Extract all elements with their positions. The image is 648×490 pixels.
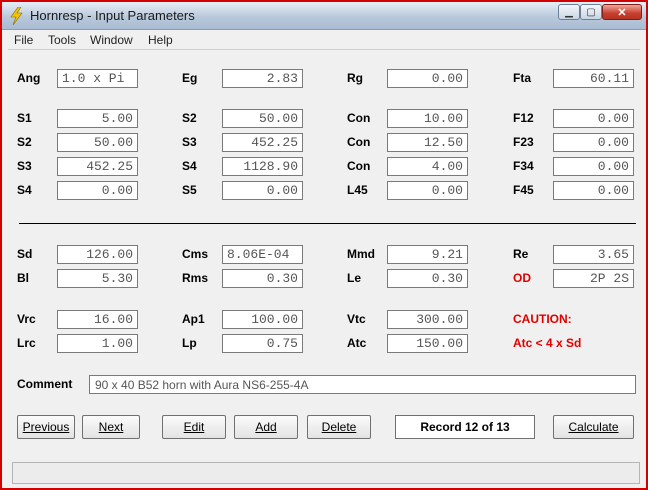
previous-button[interactable]: Previous (17, 415, 75, 439)
lightning-bolt-icon (10, 7, 23, 25)
label-f12: F12 (513, 111, 534, 125)
minimize-button[interactable]: ▁ (558, 4, 580, 20)
field-con-3[interactable]: 4.00 (387, 157, 468, 176)
label-lrc: Lrc (17, 336, 36, 350)
field-con-1[interactable]: 10.00 (387, 109, 468, 128)
label-f45: F45 (513, 183, 534, 197)
label-s1: S1 (17, 111, 32, 125)
field-sd[interactable]: 126.00 (57, 245, 138, 264)
field-s4[interactable]: 1128.90 (222, 157, 303, 176)
label-rg: Rg (347, 71, 363, 85)
field-vtc[interactable]: 300.00 (387, 310, 468, 329)
label-con-1: Con (347, 111, 371, 125)
field-l45[interactable]: 0.00 (387, 181, 468, 200)
label-bl: Bl (17, 271, 29, 285)
field-lrc[interactable]: 1.00 (57, 334, 138, 353)
hornresp-window: Hornresp - Input Parameters ▁ ▢ ✕ File T… (0, 0, 648, 490)
field-mmd[interactable]: 9.21 (387, 245, 468, 264)
add-button[interactable]: Add (234, 415, 298, 439)
field-s4-b[interactable]: 0.00 (57, 181, 138, 200)
menu-file[interactable]: File (14, 33, 33, 47)
label-od: OD (513, 271, 531, 285)
field-ang[interactable]: 1.0 x Pi (57, 69, 138, 88)
field-s2[interactable]: 50.00 (222, 109, 303, 128)
label-comment: Comment (17, 377, 73, 391)
calculate-button[interactable]: Calculate (553, 415, 634, 439)
menu-window[interactable]: Window (90, 33, 133, 47)
field-ap1[interactable]: 100.00 (222, 310, 303, 329)
field-f34[interactable]: 0.00 (553, 157, 634, 176)
field-s3[interactable]: 452.25 (222, 133, 303, 152)
label-ang: Ang (17, 71, 41, 85)
field-f45[interactable]: 0.00 (553, 181, 634, 200)
record-indicator: Record 12 of 13 (395, 415, 535, 439)
field-f23[interactable]: 0.00 (553, 133, 634, 152)
status-bar (12, 462, 640, 484)
label-fta: Fta (513, 71, 531, 85)
label-cms: Cms (182, 247, 209, 261)
label-l45: L45 (347, 183, 368, 197)
menu-bar: File Tools Window Help (8, 31, 640, 50)
label-s2: S2 (182, 111, 197, 125)
field-s2-b[interactable]: 50.00 (57, 133, 138, 152)
caution-title: CAUTION: (513, 312, 572, 326)
field-s3-b[interactable]: 452.25 (57, 157, 138, 176)
field-lp[interactable]: 0.75 (222, 334, 303, 353)
next-button[interactable]: Next (82, 415, 140, 439)
label-ap1: Ap1 (182, 312, 205, 326)
label-re: Re (513, 247, 529, 261)
window-title: Hornresp - Input Parameters (30, 8, 195, 23)
edit-button[interactable]: Edit (162, 415, 226, 439)
label-con-2: Con (347, 135, 371, 149)
caution-message: Atc < 4 x Sd (513, 336, 582, 350)
maximize-button[interactable]: ▢ (580, 4, 602, 20)
field-s1[interactable]: 5.00 (57, 109, 138, 128)
label-rms: Rms (182, 271, 209, 285)
field-le[interactable]: 0.30 (387, 269, 468, 288)
menu-tools[interactable]: Tools (48, 33, 76, 47)
field-cms[interactable]: 8.06E-04 (222, 245, 303, 264)
label-sd: Sd (17, 247, 33, 261)
label-con-3: Con (347, 159, 371, 173)
label-vrc: Vrc (17, 312, 36, 326)
field-rg[interactable]: 0.00 (387, 69, 468, 88)
field-f12[interactable]: 0.00 (553, 109, 634, 128)
label-lp: Lp (182, 336, 197, 350)
field-s5[interactable]: 0.00 (222, 181, 303, 200)
label-s3: S3 (182, 135, 197, 149)
field-od[interactable]: 2P 2S (553, 269, 634, 288)
field-rms[interactable]: 0.30 (222, 269, 303, 288)
delete-button[interactable]: Delete (307, 415, 371, 439)
label-le: Le (347, 271, 362, 285)
field-eg[interactable]: 2.83 (222, 69, 303, 88)
label-s4: S4 (182, 159, 197, 173)
section-divider (19, 223, 636, 224)
menu-help[interactable]: Help (148, 33, 173, 47)
title-bar[interactable]: Hornresp - Input Parameters ▁ ▢ ✕ (2, 2, 646, 30)
field-bl[interactable]: 5.30 (57, 269, 138, 288)
label-vtc: Vtc (347, 312, 366, 326)
field-con-2[interactable]: 12.50 (387, 133, 468, 152)
label-s3-b: S3 (17, 159, 32, 173)
label-f23: F23 (513, 135, 534, 149)
label-s4-b: S4 (17, 183, 32, 197)
field-fta[interactable]: 60.11 (553, 69, 634, 88)
label-eg: Eg (182, 71, 198, 85)
label-atc: Atc (347, 336, 367, 350)
field-vrc[interactable]: 16.00 (57, 310, 138, 329)
label-s2-b: S2 (17, 135, 32, 149)
field-atc[interactable]: 150.00 (387, 334, 468, 353)
close-button[interactable]: ✕ (602, 4, 642, 20)
label-f34: F34 (513, 159, 534, 173)
label-mmd: Mmd (347, 247, 375, 261)
field-re[interactable]: 3.65 (553, 245, 634, 264)
comment-input[interactable]: 90 x 40 B52 horn with Aura NS6-255-4A (89, 375, 636, 394)
label-s5: S5 (182, 183, 197, 197)
